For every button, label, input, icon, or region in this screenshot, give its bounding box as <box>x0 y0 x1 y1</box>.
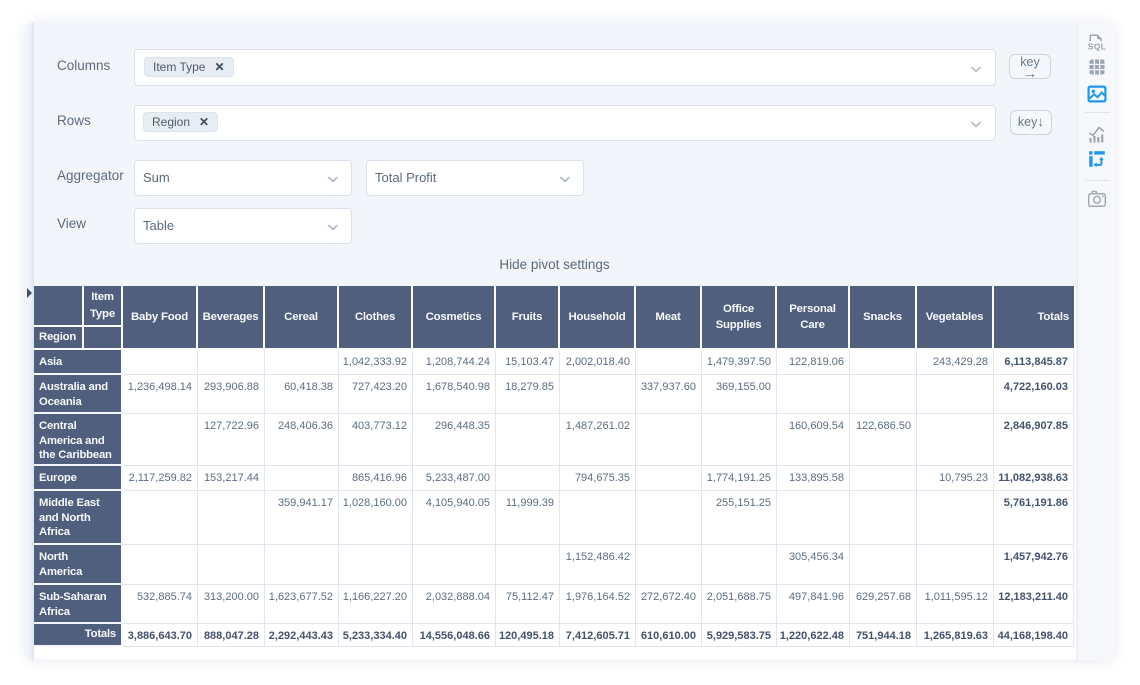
svg-text:SQL: SQL <box>1088 42 1106 51</box>
